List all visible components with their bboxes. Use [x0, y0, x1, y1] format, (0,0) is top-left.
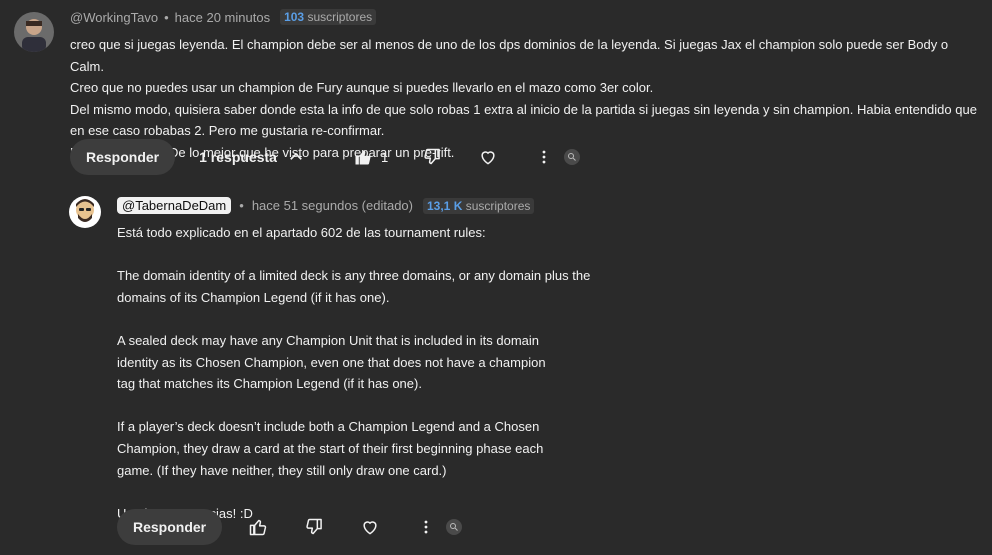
reply-line: domains of its Champion Legend (if it ha… [117, 289, 390, 305]
replies-toggle[interactable]: 1 respuesta [199, 148, 305, 166]
more-vert-icon [424, 520, 428, 534]
comment-line: Del mismo modo, quisiera saber donde est… [70, 101, 977, 117]
reply-meta: @TabernaDeDam • hace 51 segundos (editad… [117, 197, 535, 214]
thumb-down-icon [306, 518, 322, 535]
like-count: 1 [380, 149, 389, 165]
heart-button[interactable] [470, 139, 506, 175]
more-button[interactable] [526, 139, 562, 175]
reply-line: Champion, they draw a card at the start … [117, 440, 544, 456]
reply-actions: Responder [117, 509, 463, 545]
timestamp[interactable]: hace 51 segundos (editado) [252, 198, 413, 213]
reply-line: Está todo explicado en el apartado 602 d… [117, 225, 486, 240]
reply-line: If a player’s deck doesn’t include both … [117, 419, 540, 435]
like-button[interactable] [240, 509, 276, 545]
reply-line: identity as its Chosen Champion, even on… [117, 354, 546, 370]
timestamp[interactable]: hace 20 minutos [175, 10, 270, 25]
dislike-button[interactable] [296, 509, 332, 545]
avatar[interactable] [69, 196, 101, 228]
reply-button[interactable]: Responder [70, 139, 176, 175]
chevron-up-icon [287, 148, 305, 166]
comment-line: Creo que no puedes usar un champion de F… [70, 80, 654, 96]
reply-line: The domain identity of a limited deck is… [117, 268, 591, 284]
heart-button[interactable] [352, 509, 388, 545]
more-vert-icon [542, 150, 546, 164]
comment-meta: @WorkingTavo • hace 20 minutos 103 suscr… [70, 9, 377, 25]
comment-line: creo que si juegas leyenda. El champion … [70, 37, 949, 74]
author-handle[interactable]: @WorkingTavo [70, 10, 158, 25]
reply-line: game. (If they have neither, they still … [117, 462, 447, 478]
subscriber-label: suscriptores [465, 198, 531, 213]
author-handle[interactable]: @TabernaDeDam [117, 197, 232, 214]
more-button[interactable] [408, 509, 444, 545]
subscriber-badge: 103 suscriptores [280, 9, 377, 25]
thumb-up-icon [249, 519, 267, 536]
like-button[interactable] [345, 139, 381, 175]
reply-line: tag that matches its Champion Legend (if… [117, 376, 422, 392]
heart-icon [363, 521, 377, 535]
avatar[interactable] [14, 12, 54, 52]
search-badge-icon[interactable] [446, 519, 463, 535]
comment-actions: Responder 1 respuesta 1 [70, 139, 581, 175]
replies-count-label: 1 respuesta [199, 149, 277, 165]
subscriber-label: suscriptores [307, 10, 373, 24]
subscriber-count: 103 [284, 10, 305, 24]
dislike-button[interactable] [414, 139, 450, 175]
subscriber-badge: 13,1 K suscriptores [423, 197, 535, 214]
reply-body: Está todo explicado en el apartado 602 d… [117, 222, 977, 524]
reply-button[interactable]: Responder [117, 509, 223, 545]
thumb-up-icon [355, 150, 371, 165]
heart-icon [481, 151, 495, 165]
subscriber-count: 13,1 K [427, 198, 463, 213]
thumb-down-icon [424, 148, 441, 165]
search-badge-icon[interactable] [564, 149, 581, 165]
reply-line: A sealed deck may have any Champion Unit… [117, 332, 540, 348]
